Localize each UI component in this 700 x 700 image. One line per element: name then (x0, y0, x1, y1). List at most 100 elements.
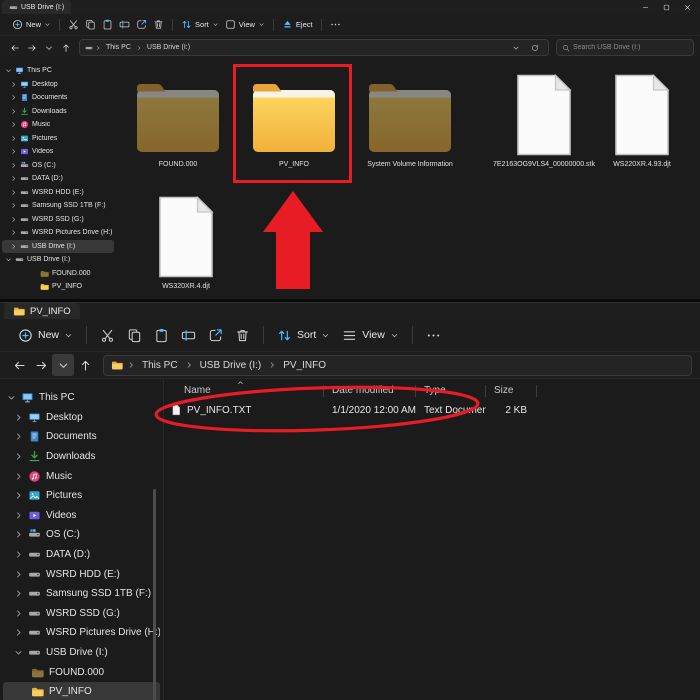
paste-button[interactable] (148, 324, 175, 347)
drive-icon (28, 646, 41, 659)
new-button[interactable]: New (12, 324, 79, 347)
caret-down-button[interactable] (40, 39, 57, 56)
search-box[interactable] (556, 39, 694, 56)
sidebar-item-downloads[interactable]: Downloads (3, 447, 160, 467)
sidebar-item-usb-drive-i[interactable]: USB Drive (I:) (3, 643, 160, 663)
column-header-name[interactable]: Name (164, 382, 324, 398)
close-button[interactable] (677, 0, 698, 14)
sidebar-item-samsung-ssd-1tb-f[interactable]: Samsung SSD 1TB (F:) (3, 584, 160, 604)
view-button[interactable]: View (336, 324, 405, 347)
delete-button[interactable] (229, 324, 256, 347)
sidebar-item-pv-info[interactable]: PV_INFO (2, 280, 114, 294)
copy-button[interactable] (121, 324, 148, 347)
sidebar-item-os-c[interactable]: OS (C:) (2, 159, 114, 173)
sidebar-item-wsrd-pictures-drive-h[interactable]: WSRD Pictures Drive (H:) (2, 226, 114, 240)
sidebar-item-documents[interactable]: Documents (2, 91, 114, 105)
share-button[interactable] (133, 16, 150, 33)
sidebar-scrollbar[interactable] (153, 489, 156, 700)
tab-pv-info[interactable]: PV_INFO (4, 303, 80, 319)
navigation-pane: This PCDesktopDocumentsDownloadsMusicPic… (0, 379, 164, 700)
search-input[interactable] (573, 44, 688, 51)
sidebar-item-pictures[interactable]: Pictures (2, 132, 114, 146)
drive-icon (20, 242, 29, 251)
table-row[interactable]: PV_INFO.TXT1/1/2020 12:00 AMText Documen… (164, 401, 700, 419)
back-button[interactable] (8, 354, 30, 376)
file-tile-pv-info[interactable]: PV_INFO (238, 69, 350, 168)
sidebar-item-data-d[interactable]: DATA (D:) (3, 545, 160, 565)
sidebar-item-wsrd-ssd-g[interactable]: WSRD SSD (G:) (2, 213, 114, 227)
refresh-button[interactable] (526, 39, 543, 56)
file-tile-ws320xr-4-djt[interactable]: WS320XR.4.djt (130, 191, 242, 290)
sidebar-item-samsung-ssd-1tb-f[interactable]: Samsung SSD 1TB (F:) (2, 199, 114, 213)
sidebar-item-downloads[interactable]: Downloads (2, 105, 114, 119)
caret-down-button[interactable] (507, 39, 524, 56)
toolbar-divider (412, 326, 413, 344)
more-button[interactable] (327, 16, 344, 33)
tab-usb-drive[interactable]: USB Drive (I:) (2, 0, 71, 14)
sidebar-item-music[interactable]: Music (3, 466, 160, 486)
maximize-button[interactable] (656, 0, 677, 14)
sidebar-item-wsrd-hdd-e[interactable]: WSRD HDD (E:) (3, 564, 160, 584)
rename-button[interactable] (116, 16, 133, 33)
file-tile-7e2163og9vls4-00000000-stk[interactable]: 7E2163OG9VLS4_00000000.stk (488, 69, 600, 168)
file-tile-system-volume-information[interactable]: System Volume Information (354, 69, 466, 168)
sidebar-item-pictures[interactable]: Pictures (3, 486, 160, 506)
paste-button[interactable] (99, 16, 116, 33)
up-button[interactable] (57, 39, 74, 56)
address-bar: This PC USB Drive (I:) PV_INFO (0, 352, 700, 379)
sidebar-item-wsrd-hdd-e[interactable]: WSRD HDD (E:) (2, 186, 114, 200)
share-button[interactable] (202, 324, 229, 347)
paste-icon (102, 19, 113, 30)
more-button[interactable] (420, 324, 447, 347)
date-modified-cell: 1/1/2020 12:00 AM (324, 405, 416, 416)
minimize-button[interactable] (635, 0, 656, 14)
sidebar-item-pv-info[interactable]: PV_INFO (3, 682, 160, 700)
copy-button[interactable] (82, 16, 99, 33)
sidebar-item-usb-drive-i[interactable]: USB Drive (I:) (2, 253, 114, 267)
sidebar-item-usb-drive-i[interactable]: USB Drive (I:) (2, 240, 114, 254)
column-header-date-modified[interactable]: Date modified (324, 382, 416, 398)
drive-icon (28, 626, 41, 639)
sidebar-item-desktop[interactable]: Desktop (3, 408, 160, 428)
forward-button[interactable] (23, 39, 40, 56)
column-header-type[interactable]: Type (416, 382, 486, 398)
sort-icon (181, 19, 192, 30)
sort-button[interactable]: Sort (178, 16, 222, 33)
sidebar-item-wsrd-ssd-g[interactable]: WSRD SSD (G:) (3, 604, 160, 624)
breadcrumb-item-this-pc[interactable]: This PC (103, 44, 134, 51)
rename-button[interactable] (175, 324, 202, 347)
sidebar-item-found-000[interactable]: FOUND.000 (2, 267, 114, 281)
cut-button[interactable] (94, 324, 121, 347)
column-header-size[interactable]: Size (486, 382, 537, 398)
sidebar-item-wsrd-pictures-drive-h[interactable]: WSRD Pictures Drive (H:) (3, 623, 160, 643)
sidebar-item-documents[interactable]: Documents (3, 427, 160, 447)
delete-button[interactable] (150, 16, 167, 33)
file-tile-found-000[interactable]: FOUND.000 (122, 69, 234, 168)
sidebar-item-this-pc[interactable]: This PC (2, 64, 114, 78)
file-tile-ws220xr-4-93-djt[interactable]: WS220XR.4.93.djt (586, 69, 698, 168)
desktop-icon (20, 80, 29, 89)
new-button[interactable]: New (9, 16, 54, 33)
sidebar-item-this-pc[interactable]: This PC (3, 388, 160, 408)
back-button[interactable] (6, 39, 23, 56)
sort-button[interactable]: Sort (271, 324, 336, 347)
breadcrumb-item-this-pc[interactable]: This PC (139, 360, 181, 371)
sidebar-item-found-000[interactable]: FOUND.000 (3, 662, 160, 682)
up-button[interactable] (74, 354, 96, 376)
sidebar-item-data-d[interactable]: DATA (D:) (2, 172, 114, 186)
view-button[interactable]: View (222, 16, 268, 33)
forward-button[interactable] (30, 354, 52, 376)
caret-down-icon (512, 44, 520, 52)
breadcrumb-item-usb-drive-i[interactable]: USB Drive (I:) (197, 360, 265, 371)
breadcrumb-item-usb-drive-i[interactable]: USB Drive (I:) (144, 44, 193, 51)
caret-down-button[interactable] (52, 354, 74, 376)
sidebar-item-os-c[interactable]: OS (C:) (3, 525, 160, 545)
tile-icon-box (354, 69, 466, 157)
sidebar-item-videos[interactable]: Videos (3, 506, 160, 526)
sidebar-item-desktop[interactable]: Desktop (2, 78, 114, 92)
sidebar-item-music[interactable]: Music (2, 118, 114, 132)
sidebar-item-videos[interactable]: Videos (2, 145, 114, 159)
breadcrumb-item-pv-info[interactable]: PV_INFO (280, 360, 329, 371)
cut-button[interactable] (65, 16, 82, 33)
eject-button[interactable]: Eject (279, 16, 316, 33)
